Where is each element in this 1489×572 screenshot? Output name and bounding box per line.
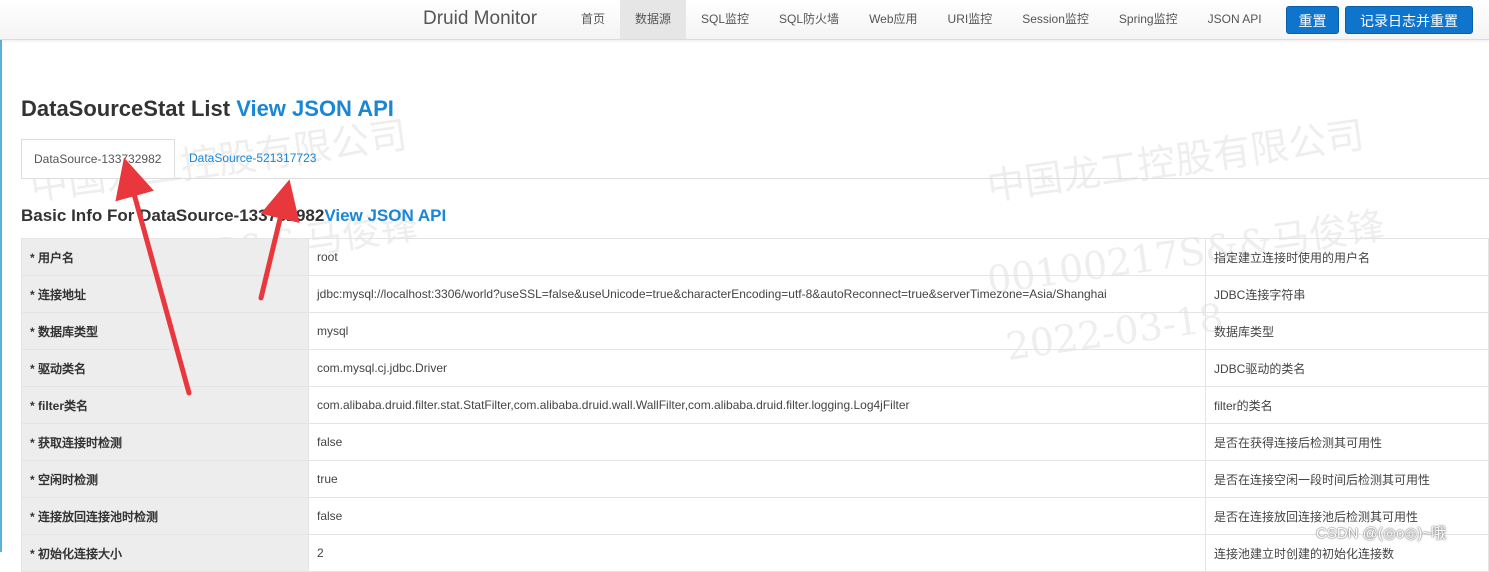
basic-info-table: * 用户名 root 指定建立连接时使用的用户名 * 连接地址 jdbc:mysql:/…	[21, 238, 1489, 572]
row-key: * 连接地址	[21, 275, 309, 313]
nav-datasource[interactable]: 数据源	[620, 0, 687, 39]
row-key: * 空闲时检测	[21, 460, 309, 498]
row-key: * 驱动类名	[21, 349, 309, 387]
row-value: com.mysql.cj.jdbc.Driver	[308, 349, 1206, 387]
row-description: filter的类名	[1205, 386, 1489, 424]
row-key: * 连接放回连接池时检测	[21, 497, 309, 535]
table-row: * 空闲时检测 true 是否在连接空闲一段时间后检测其可用性	[21, 460, 1489, 498]
basic-info-json-api-link[interactable]: View JSON API	[324, 206, 446, 225]
row-description: JDBC连接字符串	[1205, 275, 1489, 313]
reset-button[interactable]: 重置	[1286, 6, 1339, 34]
row-description: JDBC驱动的类名	[1205, 349, 1489, 387]
row-key: * filter类名	[21, 386, 309, 424]
nav-web-app[interactable]: Web应用	[854, 0, 932, 39]
brand-title: Druid Monitor	[423, 8, 538, 29]
basic-info-table-body: * 用户名 root 指定建立连接时使用的用户名 * 连接地址 jdbc:mysql:/…	[21, 238, 1489, 572]
table-row: * 用户名 root 指定建立连接时使用的用户名	[21, 238, 1489, 276]
row-value: false	[308, 423, 1206, 461]
row-value: mysql	[308, 312, 1206, 350]
basic-info-title-text: Basic Info For DataSource-133732982	[21, 206, 325, 225]
row-value: false	[308, 497, 1206, 535]
nav-sql-monitor[interactable]: SQL监控	[686, 0, 764, 39]
table-row: * 数据库类型 mysql 数据库类型	[21, 312, 1489, 350]
tab-datasource-521317723[interactable]: DataSource-521317723	[177, 139, 328, 178]
basic-info-title: Basic Info For DataSource-133732982View …	[21, 206, 446, 226]
page-title: DataSourceStat List View JSON API	[21, 96, 394, 122]
window-left-edge	[0, 0, 2, 552]
row-value: root	[308, 238, 1206, 276]
table-row: * 连接地址 jdbc:mysql://localhost:3306/world?…	[21, 275, 1489, 313]
log-and-reset-button[interactable]: 记录日志并重置	[1345, 6, 1473, 34]
row-description: 是否在连接空闲一段时间后检测其可用性	[1205, 460, 1489, 498]
table-row: * filter类名 com.alibaba.druid.filter.stat.…	[21, 386, 1489, 424]
nav-session-monitor[interactable]: Session监控	[1007, 0, 1104, 39]
nav-uri-monitor[interactable]: URI监控	[933, 0, 1008, 39]
row-value: 2	[308, 534, 1206, 572]
nav-home[interactable]: 首页	[566, 0, 620, 39]
row-key: * 用户名	[21, 238, 309, 276]
tab-datasource-133732982[interactable]: DataSource-133732982	[21, 139, 175, 178]
table-row: * 初始化连接大小 2 连接池建立时创建的初始化连接数	[21, 534, 1489, 572]
nav-json-api[interactable]: JSON API	[1193, 0, 1277, 39]
row-description: 指定建立连接时使用的用户名	[1205, 238, 1489, 276]
datasource-tabs: DataSource-133732982 DataSource-52131772…	[21, 139, 1489, 179]
csdn-credit: CSDN @(◎o◎)~哦	[1316, 525, 1447, 542]
row-description: 数据库类型	[1205, 312, 1489, 350]
row-key: * 数据库类型	[21, 312, 309, 350]
row-value: com.alibaba.druid.filter.stat.StatFilter…	[308, 386, 1206, 424]
nav-menu: 首页 数据源 SQL监控 SQL防火墙 Web应用 URI监控 Session监…	[566, 0, 1277, 39]
row-key: * 获取连接时检测	[21, 423, 309, 461]
row-value: true	[308, 460, 1206, 498]
nav-spring-monitor[interactable]: Spring监控	[1104, 0, 1193, 39]
page-title-text: DataSourceStat List	[21, 96, 231, 121]
table-row: * 驱动类名 com.mysql.cj.jdbc.Driver JDBC驱动的类名	[21, 349, 1489, 387]
table-row: * 获取连接时检测 false 是否在获得连接后检测其可用性	[21, 423, 1489, 461]
nav-sql-firewall[interactable]: SQL防火墙	[764, 0, 854, 39]
top-navbar: Druid Monitor 首页 数据源 SQL监控 SQL防火墙 Web应用 …	[0, 0, 1489, 40]
view-json-api-link[interactable]: View JSON API	[236, 96, 394, 121]
row-value: jdbc:mysql://localhost:3306/world?useSSL…	[308, 275, 1206, 313]
row-description: 是否在获得连接后检测其可用性	[1205, 423, 1489, 461]
row-key: * 初始化连接大小	[21, 534, 309, 572]
table-row: * 连接放回连接池时检测 false 是否在连接放回连接池后检测其可用性	[21, 497, 1489, 535]
